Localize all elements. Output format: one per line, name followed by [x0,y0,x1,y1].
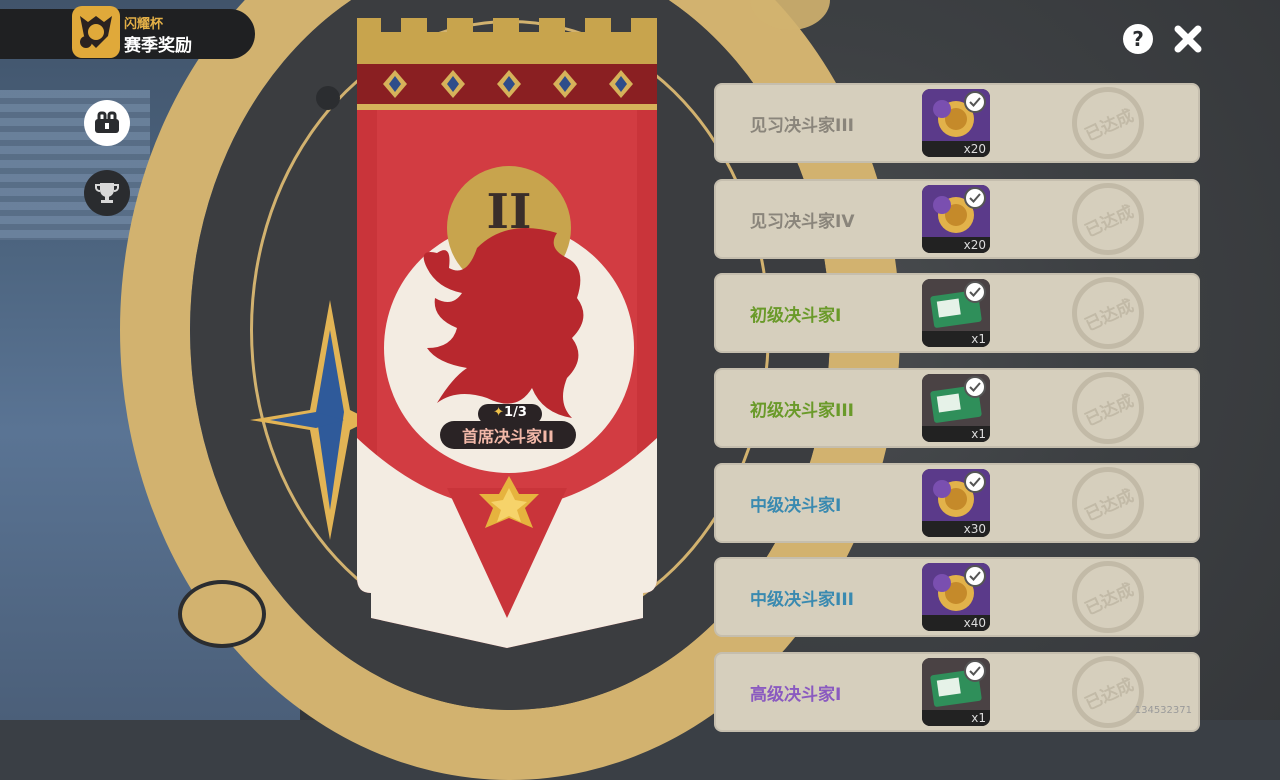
page-title: 赛季奖励 [124,36,192,56]
reward-quantity: x20 [922,237,990,253]
achieved-stamp: 已达成 [1072,656,1144,728]
svg-text:?: ? [1132,27,1144,51]
tier-label: 中级决斗家III [750,590,854,610]
reward-item[interactable]: x20 [922,185,990,253]
reward-item[interactable]: x1 [922,279,990,347]
trophy-icon [95,183,119,203]
close-button[interactable] [1171,22,1205,56]
reward-item[interactable]: x1 [922,658,990,726]
event-name: 闪耀杯 [124,17,164,32]
status-label: 已达成 [1077,480,1139,526]
achieved-stamp: 已达成 [1072,277,1144,349]
rank-banner: II [357,18,657,648]
tier-label: 见习决斗家IV [750,212,855,232]
reward-row[interactable]: 中级决斗家III x40 已达成 [714,557,1200,637]
reward-row[interactable]: 初级决斗家I x1 已达成 [714,273,1200,353]
reward-quantity: x20 [922,141,990,157]
check-icon [964,660,986,682]
progress-text: 1/3 [504,405,527,420]
achieved-stamp: 已达成 [1072,87,1144,159]
check-icon [964,91,986,113]
rank-name: 首席决斗家II [440,421,576,449]
reward-row[interactable]: 见习决斗家IV x20 已达成 [714,179,1200,259]
reward-row[interactable]: 见习决斗家III x20 已达成 [714,83,1200,163]
rewards-icon [95,111,119,133]
reward-item[interactable]: x30 [922,469,990,537]
reward-row[interactable]: 高级决斗家I x1 已达成 [714,652,1200,732]
tier-label: 初级决斗家I [750,306,842,326]
rank-progress: ✦1/3 [480,405,540,420]
reward-row[interactable]: 初级决斗家III x1 已达成 [714,368,1200,448]
moon-decoration [178,580,266,648]
orbit-dot [316,86,340,110]
check-icon [964,187,986,209]
help-button[interactable]: ? [1121,22,1155,56]
achieved-stamp: 已达成 [1072,467,1144,539]
tier-label: 高级决斗家I [750,685,842,705]
status-label: 已达成 [1077,290,1139,336]
tab-trophy[interactable] [84,170,130,216]
status-label: 已达成 [1077,574,1139,620]
status-label: 已达成 [1077,669,1139,715]
compass-star-icon [250,300,370,540]
reward-quantity: x1 [922,331,990,347]
tier-label: 见习决斗家III [750,116,854,136]
check-icon [964,376,986,398]
check-icon [964,565,986,587]
status-label: 已达成 [1077,196,1139,242]
close-icon [1174,25,1202,53]
achieved-stamp: 已达成 [1072,372,1144,444]
reward-quantity: x1 [922,426,990,442]
reward-item[interactable]: x1 [922,374,990,442]
tab-rewards[interactable] [84,100,130,146]
reward-row[interactable]: 中级决斗家I x30 已达成 [714,463,1200,543]
question-icon: ? [1123,24,1153,54]
reward-quantity: x40 [922,615,990,631]
star-icon: ✦ [493,405,505,420]
tier-label: 中级决斗家I [750,496,842,516]
check-icon [964,281,986,303]
achieved-stamp: 已达成 [1072,561,1144,633]
status-label: 已达成 [1077,385,1139,431]
user-id: 134532371 [1134,705,1192,716]
reward-item[interactable]: x40 [922,563,990,631]
banner-graphic: II [357,18,657,648]
reward-quantity: x1 [922,710,990,726]
tier-label: 初级决斗家III [750,401,854,421]
reward-quantity: x30 [922,521,990,537]
reward-item[interactable]: x20 [922,89,990,157]
achieved-stamp: 已达成 [1072,183,1144,255]
check-icon [964,471,986,493]
status-label: 已达成 [1077,100,1139,146]
cup-emblem-icon [72,6,120,58]
